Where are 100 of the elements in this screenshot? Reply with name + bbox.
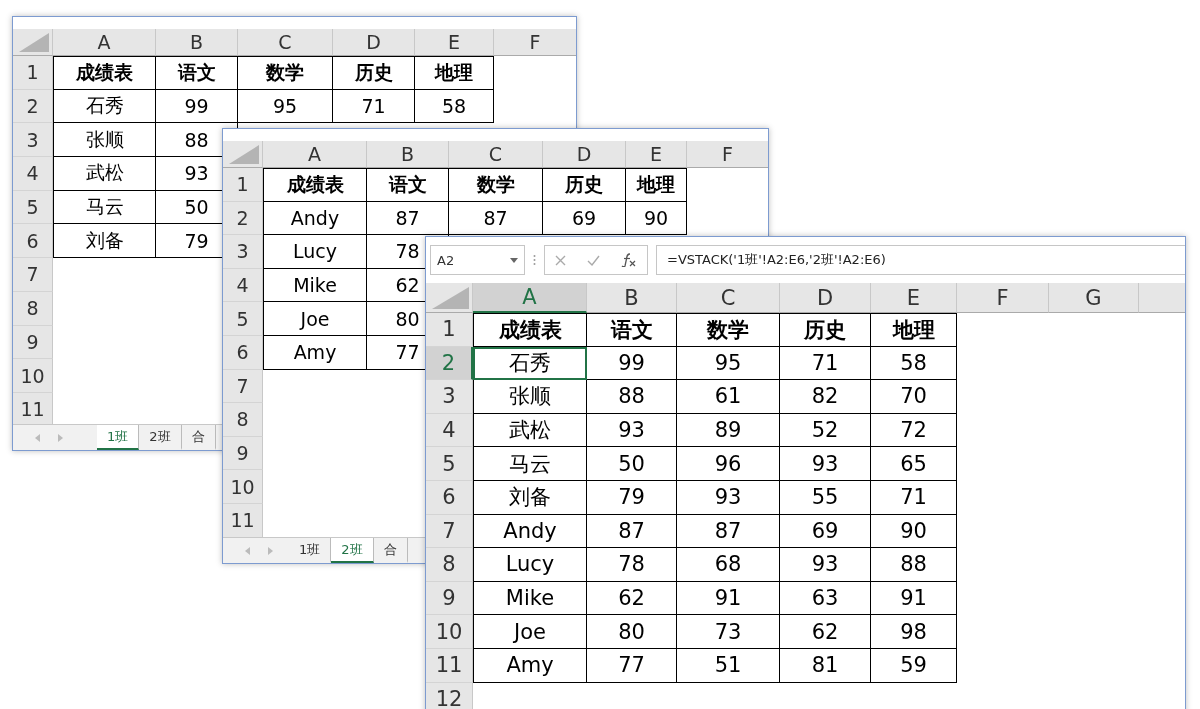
table-cell: 93 [587,413,677,448]
insert-function-icon[interactable] [620,253,637,267]
column-header[interactable]: E [415,29,494,56]
row-header[interactable]: 7 [223,369,263,404]
row-header[interactable]: 3 [13,123,53,158]
column-header[interactable]: B [367,141,449,168]
table-cell: 石秀 [53,89,156,124]
row-header[interactable]: 6 [426,480,473,515]
check-icon[interactable] [587,254,600,266]
row-header[interactable]: 11 [426,648,473,683]
table-cell: Andy [263,201,367,236]
table-cell: 刘备 [53,224,156,259]
row-header[interactable]: 3 [426,380,473,414]
column-header[interactable]: C [238,29,333,56]
sheet-tab[interactable]: 合 [181,425,216,450]
column-header[interactable]: D [780,283,871,313]
column-header[interactable]: E [871,283,957,313]
row-header[interactable]: 5 [13,190,53,225]
column-header[interactable]: F [494,29,576,56]
row-header[interactable]: 8 [223,403,263,437]
row-header[interactable]: 2 [223,201,263,236]
row-header[interactable]: 4 [13,157,53,191]
scroll-left-icon[interactable] [245,546,250,555]
table-cell: Lucy [473,548,587,582]
table-cell: 73 [677,615,780,649]
select-all-icon[interactable] [432,287,469,309]
table-cell: Andy [473,514,587,549]
column-header[interactable]: A [473,283,587,313]
column-header[interactable]: D [333,29,415,56]
row-header[interactable]: 1 [13,56,53,90]
scroll-right-icon[interactable] [58,433,63,442]
row-header[interactable]: 10 [426,615,473,649]
row-header[interactable]: 10 [223,470,263,504]
table-cell: 语文 [367,168,449,202]
row-header[interactable]: 6 [223,335,263,370]
sheet-tab[interactable]: 合 [373,538,408,563]
row-header[interactable]: 12 [426,682,473,709]
sheet-tab[interactable]: 2班 [139,425,182,450]
dropdown-caret-icon[interactable] [510,257,518,263]
table-cell: 91 [677,581,780,616]
name-box[interactable]: A2 [430,245,525,275]
table-cell: 71 [333,89,415,124]
table-cell: 79 [587,480,677,515]
column-header[interactable]: A [53,29,156,56]
row-header[interactable]: 8 [13,291,53,326]
row-header[interactable]: 4 [223,268,263,303]
row-header[interactable]: 10 [13,359,53,393]
column-header[interactable]: F [687,141,768,168]
column-header[interactable]: F [957,283,1049,313]
cancel-icon[interactable] [555,254,567,266]
table-cell: 历史 [780,313,871,347]
table-cell: 马云 [53,190,156,225]
table-cell: 87 [449,201,543,236]
table-cell: 69 [543,201,626,236]
column-header[interactable]: G [1049,283,1139,313]
row-header[interactable]: 2 [13,89,53,124]
row-header[interactable]: 7 [13,258,53,292]
column-header[interactable]: C [449,141,543,168]
table-cell: 张顺 [53,123,156,158]
table-cell: 51 [677,648,780,683]
sheet-tab[interactable]: 1班 [97,425,140,450]
scroll-left-icon[interactable] [35,433,40,442]
table-cell: 63 [780,581,871,616]
scroll-right-icon[interactable] [268,546,273,555]
row-header[interactable]: 9 [223,436,263,471]
table-cell: 65 [871,447,957,481]
column-header[interactable]: A [263,141,367,168]
row-header[interactable]: 1 [426,313,473,347]
table-cell: 88 [871,548,957,582]
row-header[interactable]: 11 [223,503,263,537]
row-header[interactable]: 9 [426,581,473,616]
row-header[interactable]: 6 [13,224,53,259]
table-cell: Joe [263,302,367,336]
row-header[interactable]: 1 [223,168,263,202]
table-cell: 90 [626,201,687,236]
row-header[interactable]: 11 [13,392,53,424]
column-header[interactable]: D [543,141,626,168]
row-header[interactable]: 9 [13,325,53,360]
table-cell: 87 [367,201,449,236]
select-all-icon[interactable] [19,33,49,52]
row-header[interactable]: 8 [426,548,473,582]
column-header[interactable]: B [587,283,677,313]
select-all-icon[interactable] [229,145,259,164]
row-header[interactable]: 7 [426,514,473,549]
table-cell: 95 [677,346,780,381]
table-cell: 71 [780,346,871,381]
column-header[interactable]: E [626,141,687,168]
formula-field[interactable]: =VSTACK('1班'!A2:E6,'2班'!A2:E6) [656,245,1185,275]
column-header[interactable]: C [677,283,780,313]
table-cell: 87 [677,514,780,549]
row-header[interactable]: 3 [223,235,263,269]
row-header[interactable]: 4 [426,413,473,448]
table-cell: 数学 [677,313,780,347]
column-header[interactable]: B [156,29,238,56]
table-cell: 地理 [626,168,687,202]
row-header[interactable]: 5 [426,447,473,481]
row-header[interactable]: 2 [426,346,473,381]
sheet-tab[interactable]: 2班 [331,538,374,563]
table-cell: 80 [587,615,677,649]
row-header[interactable]: 5 [223,302,263,336]
